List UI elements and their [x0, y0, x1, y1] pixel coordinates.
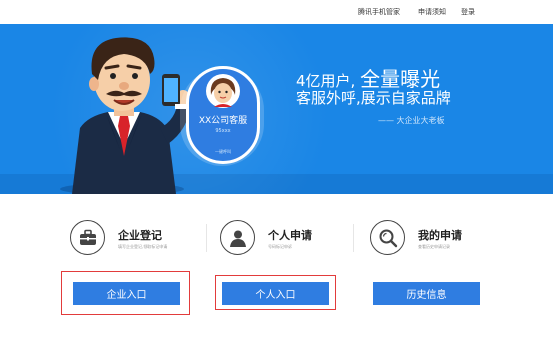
tagline-line2: 客服外呼,展示自家品牌 [296, 89, 451, 107]
briefcase-icon [70, 220, 105, 255]
nav-link-tencent-manager[interactable]: 腾讯手机管家 [358, 7, 400, 17]
caller-name: XX公司客服 [198, 116, 248, 126]
divider [206, 224, 207, 252]
personal-entry-button[interactable]: 个人入口 [222, 282, 329, 305]
card-title: 个人申请 [268, 229, 312, 242]
caller-number: 95xxx [215, 128, 231, 134]
card-description: 号码标记申诉 [268, 244, 292, 249]
card-my-applications: 我的申请 查看历史申请记录 [370, 220, 530, 280]
agent-avatar-icon [206, 74, 240, 108]
caller-id-card: XX公司客服 95xxx 一键呼叫 [186, 66, 260, 164]
hero-banner: XX公司客服 95xxx 一键呼叫 4亿用户, 全量曝光 客服外呼,展示自家品牌… [0, 24, 553, 194]
card-description: 填写企业登记,领取标记申请 [118, 244, 168, 249]
divider [353, 224, 354, 252]
businessman-illustration [60, 37, 190, 194]
card-description: 查看历史申请记录 [418, 244, 450, 249]
caller-footer: 一键呼叫 [215, 149, 231, 154]
search-doc-icon [370, 220, 405, 255]
nav-link-application-notes[interactable]: 申请须知 [418, 7, 446, 17]
nav-link-login[interactable]: 登录 [461, 7, 475, 17]
history-info-button[interactable]: 历史信息 [373, 282, 480, 305]
card-title: 企业登记 [118, 229, 162, 242]
card-personal-apply: 个人申请 号码标记申诉 [220, 220, 380, 280]
tagline-line3: —— 大企业大老板 [378, 116, 445, 125]
card-title: 我的申请 [418, 229, 462, 242]
top-nav: 腾讯手机管家 申请须知 登录 [0, 0, 553, 24]
enterprise-entry-button[interactable]: 企业入口 [73, 282, 180, 305]
person-icon [220, 220, 255, 255]
